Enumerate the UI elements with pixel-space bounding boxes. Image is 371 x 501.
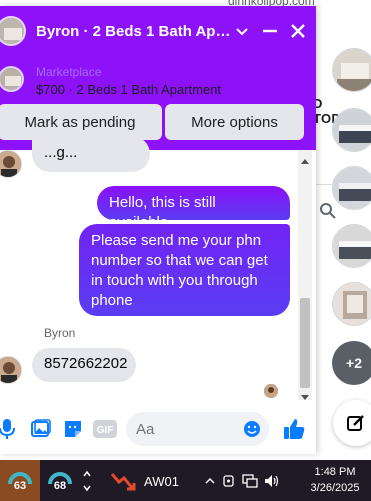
taskbar: 63 68 AW01 1:48 PM 3/26/2025 [0, 460, 371, 501]
sender-avatar [0, 356, 22, 384]
message-bubble-outgoing: Please send me your phn number so that w… [79, 224, 290, 316]
chat-window: Byron · 2 Beds 1 Bath Apar... Marketplac… [0, 6, 316, 454]
clock-time: 1:48 PM [314, 466, 356, 478]
composer: GIF [0, 404, 316, 454]
taskbar-app[interactable]: AW01 [110, 468, 179, 494]
message-bubble-outgoing: Hello, this is still available [97, 186, 290, 231]
weather-widget[interactable]: 63 [0, 460, 40, 501]
message-bubble-incoming: 8572662202 [32, 348, 136, 382]
scroll-down-arrow-icon[interactable] [300, 389, 310, 400]
message-bubble-incoming: ...g... [32, 136, 150, 172]
more-options-button[interactable]: More options [165, 104, 304, 140]
chevron-up-icon[interactable] [204, 475, 216, 487]
microphone-icon[interactable] [0, 418, 18, 440]
weather-widget[interactable]: 68 [40, 460, 80, 501]
listing-tag: Marketplace [36, 65, 102, 79]
meet-now-icon[interactable] [222, 474, 236, 488]
listing-thumbnail [0, 66, 24, 92]
chat-head-avatar[interactable] [332, 166, 371, 210]
seen-indicator-avatar [264, 384, 278, 398]
scroll-up-arrow-icon[interactable] [300, 152, 310, 164]
listing-summary[interactable]: Marketplace $700 · 2 Beds 1 Bath Apartme… [0, 58, 316, 102]
chat-heads-rail: +2 [330, 36, 371, 456]
network-icon[interactable] [242, 474, 258, 488]
taskbar-clock[interactable]: 1:48 PM 3/26/2025 [300, 464, 370, 496]
minimize-icon[interactable] [260, 21, 280, 41]
taskbar-scroll-icon[interactable] [82, 464, 92, 498]
chat-title[interactable]: Byron · 2 Beds 1 Bath Apar... [36, 23, 232, 40]
svg-text:GIF: GIF [97, 425, 114, 436]
stock-chart-icon [110, 473, 136, 491]
chevron-down-icon[interactable] [232, 21, 252, 41]
chat-avatar [0, 16, 26, 46]
clock-date: 3/26/2025 [310, 482, 360, 494]
listing-description: $700 · 2 Beds 1 Bath Apartment [36, 82, 222, 97]
chat-head-avatar[interactable] [332, 282, 371, 326]
chat-head-avatar[interactable] [332, 224, 371, 268]
compose-icon [347, 415, 364, 431]
gif-icon[interactable]: GIF [92, 418, 118, 440]
chat-head-avatar[interactable] [332, 108, 371, 152]
weather-value: 63 [13, 479, 27, 492]
system-tray [204, 472, 280, 490]
weather-value: 68 [53, 479, 67, 492]
volume-icon[interactable] [264, 474, 280, 488]
more-chats-badge[interactable]: +2 [332, 341, 371, 385]
sender-avatar [0, 150, 22, 178]
sticker-icon[interactable] [62, 418, 84, 440]
new-message-button[interactable] [333, 400, 371, 446]
thumbs-up-icon[interactable] [282, 417, 306, 441]
chat-header: Byron · 2 Beds 1 Bath Apar... Marketplac… [0, 6, 316, 150]
photo-icon[interactable] [30, 418, 52, 440]
close-icon[interactable] [288, 21, 308, 41]
scrollbar-thumb[interactable] [300, 298, 310, 388]
emoji-icon[interactable] [243, 420, 261, 438]
sender-name: Byron [44, 326, 76, 340]
chat-title-row[interactable]: Byron · 2 Beds 1 Bath Apar... [0, 10, 316, 54]
message-thread[interactable]: ...g... Hello, this is still available P… [0, 136, 316, 404]
mark-as-pending-button[interactable]: Mark as pending [0, 104, 162, 140]
chat-head-avatar[interactable] [332, 48, 371, 92]
taskbar-app-label: AW01 [144, 473, 179, 489]
